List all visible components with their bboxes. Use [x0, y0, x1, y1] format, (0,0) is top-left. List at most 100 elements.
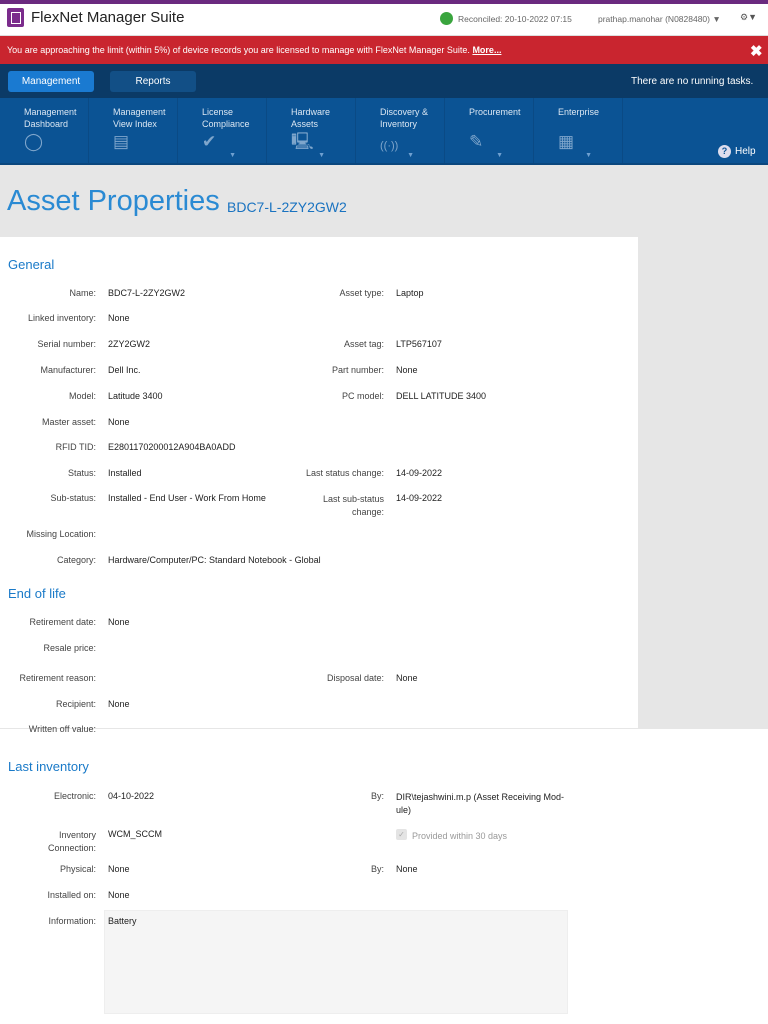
- resale-price-label: Resale price:: [43, 643, 96, 653]
- part-number-value: None: [396, 365, 418, 375]
- nav-label: Dashboard: [24, 119, 69, 129]
- electronic-by-label: By:: [370, 791, 384, 801]
- last-status-change-label: Last status change:: [305, 468, 384, 478]
- building-icon: ▦: [558, 132, 575, 151]
- nav-discovery-inventory[interactable]: Discovery & Inventory ((·)) ▼: [356, 98, 445, 163]
- disposal-date-label: Disposal date:: [326, 673, 384, 683]
- information-label: Information:: [48, 916, 96, 926]
- close-icon[interactable]: ✖: [750, 42, 763, 60]
- nav-label: Inventory: [380, 119, 418, 129]
- label-line: Connection:: [47, 843, 96, 853]
- physical-by-value: None: [396, 864, 418, 874]
- pc-model-value: DELL LATITUDE 3400: [396, 391, 487, 401]
- last-sub-status-change-value: 14-09-2022: [396, 493, 443, 503]
- nav-license-compliance[interactable]: License Compliance ✔ ▼: [178, 98, 267, 163]
- disposal-date-value: None: [396, 673, 418, 683]
- flexnet-logo-icon: [7, 8, 24, 27]
- license-warning-banner: You are approaching the limit (within 5%…: [0, 36, 768, 64]
- nav-enterprise[interactable]: Enterprise ▦ ▼: [534, 98, 623, 163]
- inventory-connection-value: WCM_SCCM: [108, 829, 162, 839]
- dashboard-gauge-icon: ◯: [24, 132, 44, 151]
- nav-label: Management: [113, 107, 166, 117]
- retirement-date-value: None: [108, 617, 130, 627]
- label-line: Inventory: [58, 830, 96, 840]
- linked-inventory-label: Linked inventory:: [27, 313, 96, 323]
- nav-label: View Index: [113, 119, 157, 129]
- nav-management-view-index[interactable]: Management View Index ▤: [89, 98, 178, 163]
- nav-label: Hardware: [291, 107, 331, 117]
- help-button[interactable]: ? Help: [718, 145, 756, 158]
- master-asset-value: None: [108, 417, 130, 427]
- running-tasks-status: There are no running tasks.: [631, 76, 754, 87]
- reconciled-status[interactable]: Reconciled: 20-10-2022 07:15: [458, 14, 572, 24]
- nav-label: License: [202, 107, 234, 117]
- top-tab-bar: Management Reports There are no running …: [0, 64, 768, 98]
- chevron-down-icon[interactable]: ▼: [318, 150, 325, 162]
- installed-on-value: None: [108, 890, 130, 900]
- help-label: Help: [735, 146, 756, 157]
- user-menu[interactable]: prathap.manohar (N0828480) ▼: [598, 14, 721, 24]
- rfid-value: E2801170200012A904BA0ADD: [108, 442, 236, 452]
- pen-icon: ✎: [469, 132, 484, 151]
- nav-management-dashboard[interactable]: Management Dashboard ◯: [0, 98, 89, 163]
- tab-management[interactable]: Management: [8, 71, 94, 92]
- label-line: Last sub-status: [322, 494, 384, 504]
- checkmark-badge-icon: ✔: [202, 132, 217, 151]
- linked-inventory-value: None: [108, 313, 130, 323]
- asset-type-value: Laptop: [396, 288, 424, 298]
- banner-more-link[interactable]: More...: [472, 45, 501, 55]
- retirement-date-label: Retirement date:: [29, 617, 96, 627]
- physical-by-label: By:: [370, 864, 384, 874]
- asset-type-label: Asset type:: [339, 288, 384, 298]
- settings-gear-icon[interactable]: ⚙▼: [740, 12, 757, 23]
- nav-label: Assets: [291, 119, 319, 129]
- part-number-label: Part number:: [331, 365, 384, 375]
- page-title: Asset Properties: [7, 185, 220, 217]
- nav-procurement[interactable]: Procurement ✎ ▼: [445, 98, 534, 163]
- chevron-down-icon[interactable]: ▼: [407, 150, 414, 162]
- chevron-down-icon[interactable]: ▼: [496, 150, 503, 162]
- nav-label: Enterprise: [558, 107, 600, 117]
- category-label: Category:: [56, 555, 96, 565]
- electronic-by-value: DIR\tejashwini.m.p (Asset Receiving Mod-…: [396, 791, 564, 817]
- app-name: FlexNet Manager Suite: [31, 9, 185, 26]
- nav-label: Management: [24, 107, 77, 117]
- chevron-down-icon[interactable]: ▼: [229, 150, 236, 162]
- computer-icon: 🖳: [291, 132, 314, 151]
- value-line: DIR\tejashwini.m.p (Asset Receiving Mod-: [396, 792, 565, 802]
- written-off-value-label: Written off value:: [28, 724, 96, 734]
- banner-message: You are approaching the limit (within 5%…: [7, 45, 501, 55]
- inventory-connection-label: Inventory Connection:: [0, 829, 96, 855]
- category-value: Hardware/Computer/PC: Standard Notebook …: [108, 555, 321, 565]
- asset-tag-value: LTP567107: [396, 339, 442, 349]
- document-icon: ▤: [113, 132, 130, 151]
- properties-panel: [0, 237, 638, 728]
- recipient-label: Recipient:: [55, 699, 96, 709]
- antenna-icon: ((·)): [380, 140, 399, 152]
- pc-model-label: PC model:: [341, 391, 384, 401]
- information-value: Battery: [108, 916, 137, 926]
- banner-text: You are approaching the limit (within 5%…: [7, 45, 470, 55]
- reconcile-status-icon: [440, 12, 453, 25]
- missing-location-label: Missing Location:: [26, 529, 96, 539]
- asset-name-subtitle: BDC7-L-2ZY2GW2: [227, 199, 347, 215]
- label-line: change:: [351, 507, 384, 517]
- tab-reports[interactable]: Reports: [110, 71, 196, 92]
- last-status-change-value: 14-09-2022: [396, 468, 443, 478]
- section-last-inventory: Last inventory: [8, 759, 89, 774]
- information-textarea[interactable]: [104, 910, 568, 1014]
- recipient-value: None: [108, 699, 130, 709]
- help-icon: ?: [718, 145, 731, 158]
- rfid-label: RFID TID:: [55, 442, 96, 452]
- master-asset-label: Master asset:: [41, 417, 96, 427]
- nav-label: Procurement: [469, 107, 521, 117]
- provided-within-30-days-checkbox[interactable]: ✓: [396, 829, 407, 840]
- section-general: General: [8, 257, 55, 272]
- section-end-of-life: End of life: [8, 586, 66, 601]
- main-navigation: Management Dashboard ◯ Management View Inde…: [0, 98, 768, 165]
- chevron-down-icon[interactable]: ▼: [585, 150, 592, 162]
- nav-hardware-assets[interactable]: Hardware Assets 🖳 ▼: [267, 98, 356, 163]
- nav-label: Discovery &: [380, 107, 429, 117]
- last-sub-status-change-label: Last sub-status change:: [0, 493, 384, 519]
- nav-label: Compliance: [202, 119, 250, 129]
